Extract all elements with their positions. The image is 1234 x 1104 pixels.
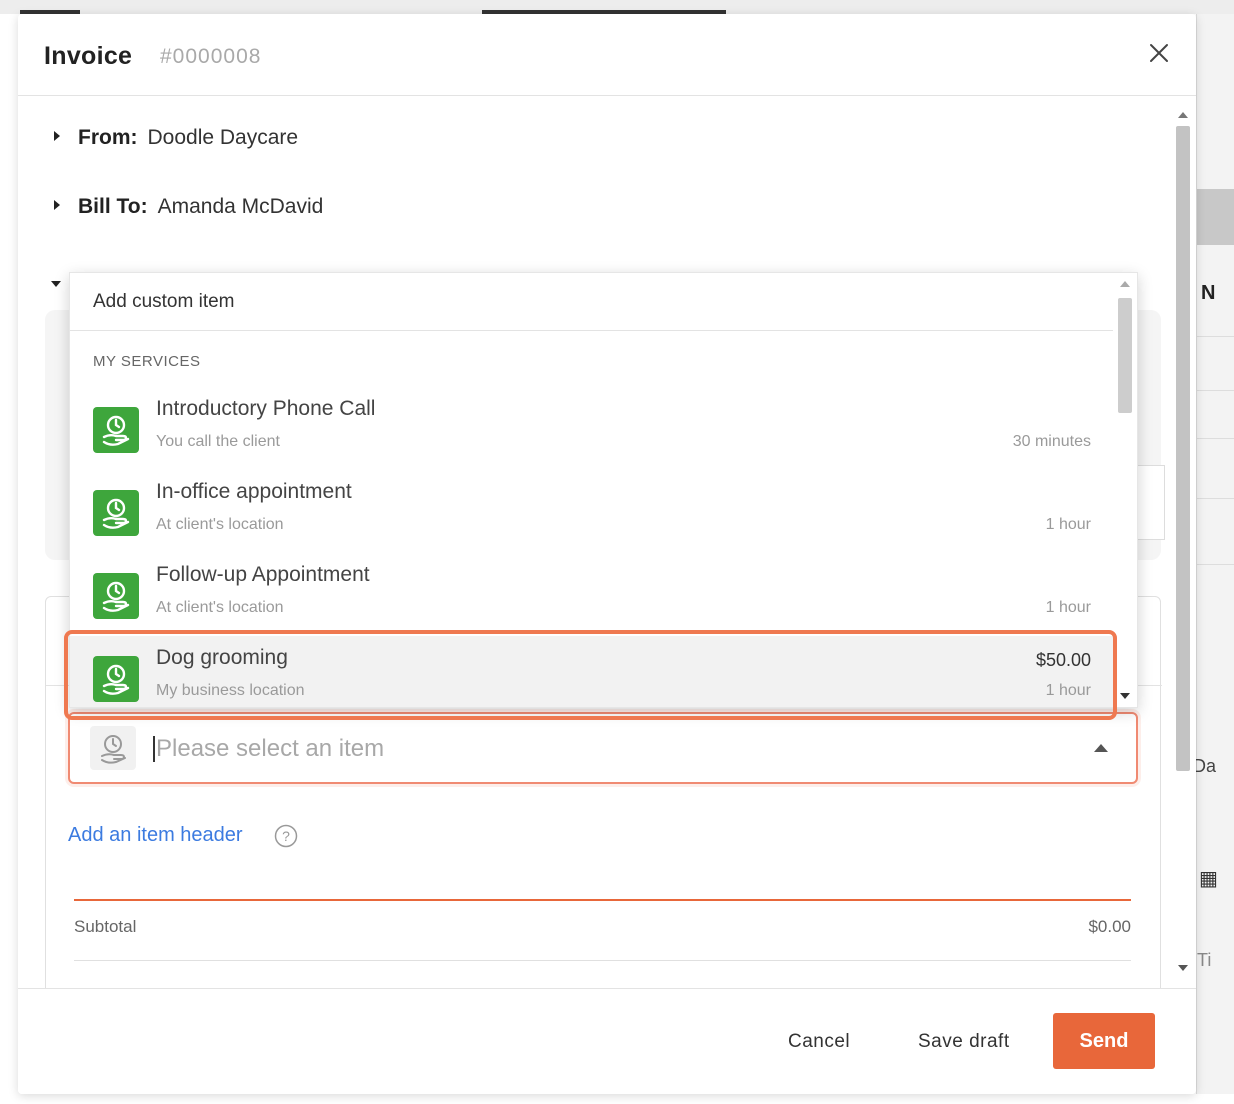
cancel-button[interactable]: Cancel bbox=[788, 1031, 850, 1053]
background-divider bbox=[1197, 438, 1234, 439]
background-partial-text: N bbox=[1201, 282, 1216, 304]
send-button[interactable]: Send bbox=[1053, 1013, 1155, 1069]
caret-right-icon bbox=[54, 131, 60, 142]
bill-to-section[interactable]: Bill To: Amanda McDavid bbox=[54, 195, 323, 219]
service-location: At client's location bbox=[156, 516, 284, 533]
modal-header: Invoice #0000008 bbox=[18, 14, 1196, 96]
service-option[interactable]: In-office appointment At client's locati… bbox=[70, 470, 1113, 553]
calendar-icon: ▦ bbox=[1199, 868, 1218, 890]
caret-right-icon bbox=[54, 200, 60, 211]
item-dropdown: Add custom item MY SERVICES Introductory… bbox=[69, 272, 1138, 708]
add-item-header-link[interactable]: Add an item header bbox=[68, 824, 243, 847]
item-select[interactable] bbox=[68, 712, 1138, 784]
background-divider bbox=[1197, 564, 1234, 565]
invoice-details-toggle[interactable] bbox=[51, 274, 61, 292]
service-option-dog-grooming[interactable]: Dog grooming My business location $50.00… bbox=[70, 636, 1113, 707]
service-option[interactable]: Introductory Phone Call You call the cli… bbox=[70, 387, 1113, 470]
service-name: Introductory Phone Call bbox=[156, 397, 376, 420]
scroll-up-arrow-icon[interactable] bbox=[1178, 112, 1188, 118]
service-icon bbox=[93, 407, 139, 453]
item-search-input[interactable] bbox=[154, 728, 1054, 770]
bill-to-label: Bill To: bbox=[78, 195, 148, 218]
dropdown-scrollbar-thumb[interactable] bbox=[1118, 298, 1132, 413]
service-icon bbox=[93, 490, 139, 536]
totals-divider bbox=[74, 960, 1131, 961]
background-topbar bbox=[0, 0, 1234, 14]
service-duration: 1 hour bbox=[1045, 682, 1091, 699]
subtotal-label: Subtotal bbox=[74, 917, 137, 936]
scroll-up-arrow-icon[interactable] bbox=[1120, 281, 1130, 287]
service-location: You call the client bbox=[156, 433, 280, 450]
service-icon bbox=[93, 573, 139, 619]
background-divider bbox=[1197, 498, 1234, 499]
modal-title: Invoice bbox=[44, 42, 133, 70]
caret-down-icon bbox=[51, 281, 61, 287]
from-label: From: bbox=[78, 126, 138, 149]
totals-accent-rule bbox=[74, 899, 1131, 901]
caret-up-icon[interactable] bbox=[1094, 744, 1108, 752]
scrollbar-thumb[interactable] bbox=[1176, 126, 1190, 771]
service-location: My business location bbox=[156, 682, 305, 699]
service-location: At client's location bbox=[156, 599, 284, 616]
invoice-number: #0000008 bbox=[160, 45, 262, 68]
from-value: Doodle Daycare bbox=[147, 126, 299, 149]
background-partial-text: Ti bbox=[1197, 950, 1212, 970]
service-price: $50.00 bbox=[1035, 650, 1091, 670]
service-duration: 30 minutes bbox=[1012, 433, 1091, 450]
subtotal-value: $0.00 bbox=[1088, 917, 1131, 936]
item-select-icon-box bbox=[90, 726, 136, 770]
background-divider bbox=[1197, 390, 1234, 391]
scroll-down-arrow-icon[interactable] bbox=[1120, 693, 1130, 699]
service-icon bbox=[101, 735, 126, 764]
background-right-panel: N Da ▦ Ti bbox=[1193, 14, 1234, 1094]
save-draft-button[interactable]: Save draft bbox=[918, 1031, 1010, 1053]
service-name: In-office appointment bbox=[156, 480, 352, 503]
dropdown-scrollbar[interactable] bbox=[1113, 273, 1137, 707]
service-icon bbox=[93, 656, 139, 702]
bill-to-value: Amanda McDavid bbox=[157, 195, 324, 218]
close-icon[interactable] bbox=[1146, 40, 1172, 66]
from-section[interactable]: From: Doodle Daycare bbox=[54, 126, 298, 150]
service-duration: 1 hour bbox=[1045, 599, 1091, 616]
service-option[interactable]: Follow-up Appointment At client's locati… bbox=[70, 553, 1113, 636]
add-custom-item-option[interactable]: Add custom item bbox=[70, 273, 1113, 331]
service-duration: 1 hour bbox=[1045, 516, 1091, 533]
service-name: Follow-up Appointment bbox=[156, 563, 370, 586]
background-partial-text: Da bbox=[1193, 756, 1217, 776]
modal-footer: Cancel Save draft Send bbox=[18, 988, 1196, 1094]
modal-scrollbar[interactable] bbox=[1173, 106, 1193, 976]
dropdown-section-title: MY SERVICES bbox=[93, 353, 201, 370]
background-divider bbox=[1197, 336, 1234, 337]
help-circle-icon[interactable]: ? bbox=[274, 824, 298, 848]
background-gray-band bbox=[1197, 189, 1234, 245]
scroll-down-arrow-icon[interactable] bbox=[1178, 965, 1188, 971]
svg-text:?: ? bbox=[282, 828, 290, 844]
service-name: Dog grooming bbox=[156, 646, 288, 669]
